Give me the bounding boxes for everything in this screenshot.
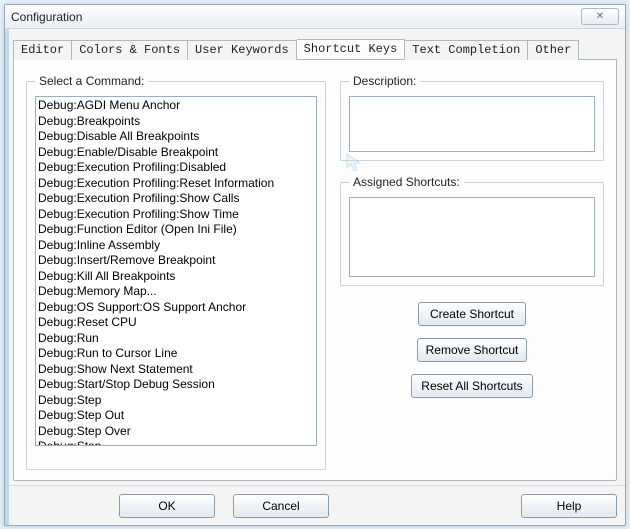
create-shortcut-button[interactable]: Create Shortcut (418, 302, 526, 326)
group-select-command-label: Select a Command: (35, 74, 148, 88)
close-button[interactable]: ✕ (581, 8, 619, 25)
group-description-label: Description: (349, 74, 420, 88)
tab-user-keywords[interactable]: User Keywords (188, 40, 297, 60)
list-item[interactable]: Debug:Execution Profiling:Show Time (36, 207, 316, 223)
list-item[interactable]: Debug:Enable/Disable Breakpoint (36, 145, 316, 161)
tab-text-completion[interactable]: Text Completion (405, 40, 528, 60)
remove-shortcut-button[interactable]: Remove Shortcut (417, 338, 528, 362)
list-item[interactable]: Debug:AGDI Menu Anchor (36, 98, 316, 114)
group-description: Description: (340, 74, 604, 161)
cancel-button[interactable]: Cancel (233, 494, 329, 518)
group-assigned-shortcuts: Assigned Shortcuts: (340, 175, 604, 286)
list-item[interactable]: Debug:Step Out (36, 408, 316, 424)
list-item[interactable]: Debug:Start/Stop Debug Session (36, 377, 316, 393)
tab-shortcut-keys[interactable]: Shortcut Keys (297, 39, 406, 59)
group-select-command: Select a Command: Debug:AGDI Menu Anchor… (26, 74, 326, 470)
list-item[interactable]: Debug:Step Over (36, 424, 316, 440)
list-item[interactable]: Debug:OS Support:OS Support Anchor (36, 300, 316, 316)
description-box (349, 96, 595, 152)
tab-other[interactable]: Other (528, 40, 579, 60)
tab-editor[interactable]: Editor (13, 40, 72, 60)
list-item[interactable]: Debug:Stop (36, 439, 316, 446)
reset-all-shortcuts-button[interactable]: Reset All Shortcuts (411, 374, 533, 398)
list-item[interactable]: Debug:Run (36, 331, 316, 347)
dialog-button-bar: OK Cancel Help (5, 485, 625, 525)
left-edge-strip (5, 29, 9, 525)
help-button[interactable]: Help (521, 494, 617, 518)
list-item[interactable]: Debug:Insert/Remove Breakpoint (36, 253, 316, 269)
configuration-dialog: Configuration ✕ EditorColors & FontsUser… (4, 4, 626, 526)
list-item[interactable]: Debug:Breakpoints (36, 114, 316, 130)
close-icon: ✕ (596, 11, 604, 22)
ok-button[interactable]: OK (119, 494, 215, 518)
tab-colors-fonts[interactable]: Colors & Fonts (72, 40, 188, 60)
list-item[interactable]: Debug:Disable All Breakpoints (36, 129, 316, 145)
list-item[interactable]: Debug:Execution Profiling:Disabled (36, 160, 316, 176)
list-item[interactable]: Debug:Show Next Statement (36, 362, 316, 378)
assigned-shortcuts-box[interactable] (349, 197, 595, 277)
tab-panel-shortcut-keys: Select a Command: Debug:AGDI Menu Anchor… (13, 59, 617, 481)
window-title: Configuration (11, 10, 82, 24)
list-item[interactable]: Debug:Execution Profiling:Reset Informat… (36, 176, 316, 192)
list-item[interactable]: Debug:Step (36, 393, 316, 409)
shortcut-buttons: Create Shortcut Remove Shortcut Reset Al… (340, 302, 604, 398)
tab-strip: EditorColors & FontsUser KeywordsShortcu… (13, 39, 617, 59)
list-item[interactable]: Debug:Reset CPU (36, 315, 316, 331)
list-item[interactable]: Debug:Inline Assembly (36, 238, 316, 254)
titlebar: Configuration ✕ (5, 5, 625, 29)
list-item[interactable]: Debug:Function Editor (Open Ini File) (36, 222, 316, 238)
command-listbox[interactable]: Debug:AGDI Menu AnchorDebug:BreakpointsD… (35, 96, 317, 446)
list-item[interactable]: Debug:Execution Profiling:Show Calls (36, 191, 316, 207)
list-item[interactable]: Debug:Kill All Breakpoints (36, 269, 316, 285)
group-assigned-label: Assigned Shortcuts: (349, 175, 464, 189)
list-item[interactable]: Debug:Run to Cursor Line (36, 346, 316, 362)
list-item[interactable]: Debug:Memory Map... (36, 284, 316, 300)
